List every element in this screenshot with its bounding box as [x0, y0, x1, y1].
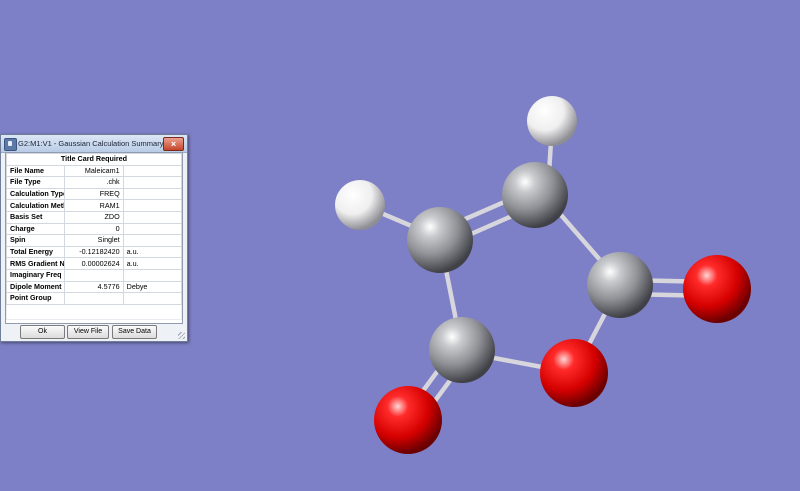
row-value: Maleicam1	[64, 164, 124, 178]
row-label: Charge	[5, 222, 66, 236]
empty-cell	[6, 303, 182, 320]
row-label: Total Energy	[5, 245, 66, 259]
row-unit	[122, 268, 183, 282]
row-label: File Type	[5, 176, 66, 189]
table-row: File Type .chk	[5, 176, 183, 189]
table-header-row: Title Card Required	[6, 153, 182, 166]
row-value: 0	[64, 222, 124, 236]
table-row: File Name Maleicam1	[5, 164, 183, 178]
row-unit	[122, 292, 183, 305]
table-row: Calculation Type FREQ	[5, 187, 183, 201]
row-unit	[122, 164, 183, 178]
row-label: Point Group	[5, 292, 66, 305]
close-button[interactable]: ×	[163, 137, 184, 151]
row-unit: Debye	[122, 280, 183, 294]
carbon-atom[interactable]	[502, 162, 568, 228]
oxygen-atom[interactable]	[374, 386, 442, 454]
row-value: 4.5776	[64, 280, 124, 294]
oxygen-atom[interactable]	[540, 339, 608, 407]
row-value: 0.00002624	[64, 257, 124, 270]
row-unit: a.u.	[122, 257, 183, 270]
row-value: -0.12182420	[64, 245, 124, 259]
row-label: Spin	[5, 234, 66, 247]
row-value: RAM1	[64, 199, 124, 212]
row-unit	[122, 222, 183, 236]
row-value	[64, 268, 124, 282]
table-row: Calculation Method RAM1	[5, 199, 183, 212]
summary-table: Title Card Required File Name Maleicam1 …	[5, 153, 183, 320]
table-row: RMS Gradient Norm 0.00002624 a.u.	[5, 257, 183, 270]
row-unit	[122, 187, 183, 201]
hydrogen-atom[interactable]	[335, 180, 385, 230]
row-label: Calculation Method	[5, 199, 66, 212]
row-unit	[122, 210, 183, 224]
row-value	[64, 292, 124, 305]
carbon-atom[interactable]	[587, 252, 653, 318]
oxygen-atom[interactable]	[683, 255, 751, 323]
carbon-atom[interactable]	[407, 207, 473, 273]
view-file-button[interactable]: View File	[67, 325, 109, 339]
hydrogen-atom[interactable]	[527, 96, 577, 146]
row-label: Imaginary Freq	[5, 268, 66, 282]
resize-grip-icon[interactable]	[178, 332, 185, 339]
row-value: FREQ	[64, 187, 124, 201]
window-title: G2:M1:V1 - Gaussian Calculation Summary	[18, 139, 164, 148]
row-label: File Name	[5, 164, 66, 178]
row-value: ZDO	[64, 210, 124, 224]
title-bar[interactable]: G2:M1:V1 - Gaussian Calculation Summary …	[1, 135, 187, 153]
row-value: .chk	[64, 176, 124, 189]
ok-button[interactable]: Ok	[20, 325, 65, 339]
table-row: Dipole Moment 4.5776 Debye	[5, 280, 183, 294]
row-label: Basis Set	[5, 210, 66, 224]
table-row: Basis Set ZDO	[5, 210, 183, 224]
table-row: Imaginary Freq	[5, 268, 183, 282]
empty-row	[6, 303, 182, 320]
table-row: Point Group	[5, 292, 183, 305]
row-label: Dipole Moment	[5, 280, 66, 294]
save-data-button[interactable]: Save Data	[112, 325, 157, 339]
row-label: RMS Gradient Norm	[5, 257, 66, 270]
row-unit	[122, 176, 183, 189]
carbon-atom[interactable]	[429, 317, 495, 383]
row-unit: a.u.	[122, 245, 183, 259]
row-value: Singlet	[64, 234, 124, 247]
table-row: Spin Singlet	[5, 234, 183, 247]
row-unit	[122, 199, 183, 212]
calculation-summary-window: G2:M1:V1 - Gaussian Calculation Summary …	[0, 134, 188, 342]
app-icon	[4, 138, 17, 151]
summary-panel: Title Card Required File Name Maleicam1 …	[5, 152, 183, 324]
atoms	[335, 96, 751, 454]
row-unit	[122, 234, 183, 247]
table-row: Total Energy -0.12182420 a.u.	[5, 245, 183, 259]
row-label: Calculation Type	[5, 187, 66, 201]
title-card-header: Title Card Required	[6, 153, 182, 166]
table-row: Charge 0	[5, 222, 183, 236]
